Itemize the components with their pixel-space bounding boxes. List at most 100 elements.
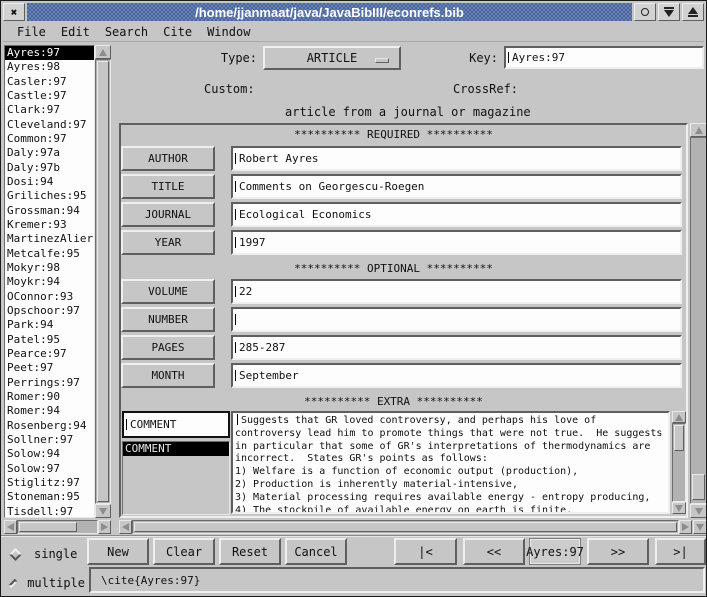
close-button[interactable]: ✖ [3, 3, 25, 21]
list-item[interactable]: Peet:97 [5, 361, 94, 375]
key-input[interactable]: Ayres:97 [504, 46, 704, 69]
cite-field[interactable]: \cite{Ayres:97} [89, 567, 705, 593]
menu-file[interactable]: File [17, 25, 46, 39]
list-item[interactable]: Common:97 [5, 132, 94, 146]
list-item[interactable]: Park:94 [5, 318, 94, 332]
list-item[interactable]: Solow:94 [5, 447, 94, 461]
scroll-up-button[interactable] [690, 123, 707, 137]
reference-list-hscrollbar[interactable] [4, 520, 111, 534]
list-item[interactable]: Metcalfe:95 [5, 247, 94, 261]
right-arrow-icon [101, 523, 108, 531]
next-record-button[interactable]: >> [587, 538, 649, 565]
list-item[interactable]: Grossman:94 [5, 204, 94, 218]
menu-cite[interactable]: Cite [163, 25, 192, 39]
list-item[interactable]: Rosenberg:94 [5, 419, 94, 433]
list-item[interactable]: MartinezAlier:97 [5, 232, 94, 246]
scroll-trough[interactable] [672, 423, 686, 502]
scroll-up-button[interactable] [95, 45, 111, 59]
scroll-right-button[interactable] [98, 520, 111, 534]
list-item[interactable]: Opschoor:97 [5, 304, 94, 318]
list-item[interactable]: Pearce:97 [5, 347, 94, 361]
first-record-button[interactable]: |< [394, 538, 457, 565]
scroll-right-button[interactable] [679, 520, 692, 534]
footer-divider [1, 535, 707, 537]
list-item[interactable]: Romer:94 [5, 404, 94, 418]
list-item[interactable]: Cleveland:97 [5, 118, 94, 132]
month-input[interactable]: September [231, 363, 682, 388]
list-item[interactable]: Solow:97 [5, 462, 94, 476]
scroll-thumb[interactable] [692, 474, 705, 500]
menu-edit[interactable]: Edit [61, 25, 90, 39]
winlist-button[interactable] [634, 3, 656, 21]
list-item[interactable]: OConnor:93 [5, 290, 94, 304]
reset-button[interactable]: Reset [219, 538, 281, 565]
list-item[interactable]: Sollner:97 [5, 433, 94, 447]
cancel-button[interactable]: Cancel [285, 538, 347, 565]
list-item[interactable]: Mokyr:98 [5, 261, 94, 275]
clear-button[interactable]: Clear [153, 538, 215, 565]
list-item[interactable]: Kremer:93 [5, 218, 94, 232]
maximize-button[interactable] [682, 3, 704, 21]
list-item[interactable]: Romer:90 [5, 390, 94, 404]
list-item[interactable]: COMMENT [123, 442, 229, 456]
scroll-down-button[interactable] [672, 502, 686, 514]
title-input[interactable]: Comments on Georgescu-Roegen [231, 174, 682, 199]
volume-input[interactable]: 22 [231, 279, 682, 304]
scroll-thumb[interactable] [97, 61, 109, 502]
number-input[interactable] [231, 307, 682, 332]
list-item[interactable]: Ayres:97 [5, 46, 94, 60]
scroll-down-button[interactable] [95, 504, 111, 518]
list-item[interactable]: Castle:97 [5, 89, 94, 103]
field-label-pages: PAGES [121, 335, 215, 360]
list-item[interactable]: Tisdell:97 [5, 505, 94, 519]
comment-vscrollbar[interactable] [672, 411, 686, 514]
prev-record-button[interactable]: << [463, 538, 525, 565]
scroll-trough[interactable] [17, 520, 98, 534]
list-item[interactable]: Perrings:97 [5, 376, 94, 390]
list-item[interactable]: Griliches:95 [5, 189, 94, 203]
list-item[interactable]: Dosi:94 [5, 175, 94, 189]
pages-input[interactable]: 285-287 [231, 335, 682, 360]
journal-input[interactable]: Ecological Economics [231, 202, 682, 227]
scroll-thumb[interactable] [674, 425, 684, 451]
new-button[interactable]: New [87, 538, 149, 565]
mode-radio-single[interactable]: single [11, 544, 81, 564]
scroll-thumb[interactable] [19, 522, 77, 532]
author-input[interactable]: Robert Ayres [231, 146, 682, 171]
comment-tag-input[interactable]: COMMENT [122, 411, 230, 438]
iconify-button[interactable] [658, 3, 680, 21]
type-dropdown[interactable]: ARTICLE [263, 46, 401, 70]
scroll-trough[interactable] [132, 520, 679, 534]
scroll-thumb[interactable] [134, 522, 677, 532]
titlebar[interactable]: ✖ /home/jjanmaat/java/JavaBibIII/econref… [3, 3, 704, 21]
mode-radio-multiple[interactable]: multiple [11, 573, 85, 593]
menu-window[interactable]: Window [207, 25, 250, 39]
list-item[interactable]: Clark:97 [5, 103, 94, 117]
list-item[interactable]: Stiglitz:97 [5, 476, 94, 490]
scroll-left-button[interactable] [4, 520, 17, 534]
scroll-trough[interactable] [95, 59, 111, 504]
last-record-button[interactable]: >| [655, 538, 706, 565]
entry-panel-vscrollbar[interactable] [690, 123, 707, 518]
list-item[interactable]: Stoneman:95 [5, 490, 94, 504]
year-input[interactable]: 1997 [231, 230, 682, 255]
list-item[interactable]: Daly:97a [5, 146, 94, 160]
list-item[interactable]: Patel:95 [5, 333, 94, 347]
reference-list-vscrollbar[interactable] [95, 45, 111, 518]
list-item[interactable]: Casler:97 [5, 75, 94, 89]
comment-textarea[interactable]: Suggests that GR loved controversy, and … [231, 411, 670, 514]
field-label-title: TITLE [121, 174, 215, 199]
menu-search[interactable]: Search [105, 25, 148, 39]
current-record-indicator[interactable]: Ayres:97 [529, 538, 581, 565]
reference-list[interactable]: Ayres:97Ayres:98Casler:97Castle:97Clark:… [4, 45, 95, 518]
comment-tag-list[interactable]: COMMENT [122, 441, 230, 515]
list-item[interactable]: Ayres:98 [5, 60, 94, 74]
radio-diamond-icon [9, 548, 22, 561]
scroll-left-button[interactable] [119, 520, 132, 534]
scroll-down-button[interactable] [690, 504, 707, 518]
list-item[interactable]: Moykr:94 [5, 275, 94, 289]
entry-panel-hscrollbar[interactable] [119, 520, 692, 534]
scroll-up-button[interactable] [672, 411, 686, 423]
scroll-trough[interactable] [690, 137, 707, 504]
list-item[interactable]: Daly:97b [5, 161, 94, 175]
